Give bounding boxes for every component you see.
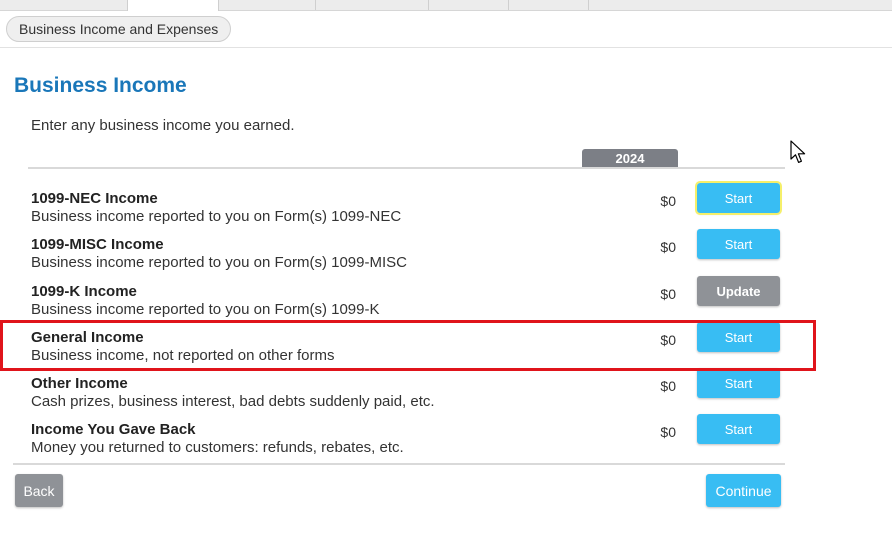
- divider: [13, 463, 785, 465]
- update-1099-k-button[interactable]: Update: [697, 276, 780, 306]
- back-button[interactable]: Back: [15, 474, 63, 507]
- tab-3[interactable]: [316, 0, 429, 10]
- mouse-pointer-icon: [790, 140, 806, 163]
- start-1099-nec-button[interactable]: Start: [695, 181, 782, 215]
- start-other-income-button[interactable]: Start: [697, 368, 780, 398]
- divider: [0, 47, 892, 48]
- row-description: Business income reported to you on Form(…: [31, 301, 380, 318]
- tab-5[interactable]: [509, 0, 589, 10]
- row-label: General Income: [31, 329, 144, 346]
- row-label: 1099-NEC Income: [31, 190, 158, 207]
- row-description: Business income reported to you on Form(…: [31, 208, 402, 225]
- row-amount: $0: [660, 193, 676, 209]
- row-amount: $0: [660, 424, 676, 440]
- row-amount: $0: [660, 332, 676, 348]
- divider: [28, 167, 785, 169]
- year-column-header: 2024: [582, 149, 678, 167]
- breadcrumb[interactable]: Business Income and Expenses: [6, 16, 232, 42]
- tab-strip: [0, 0, 892, 11]
- start-general-income-button[interactable]: Start: [697, 322, 780, 352]
- tab-active[interactable]: [127, 0, 219, 11]
- row-label: 1099-K Income: [31, 283, 137, 300]
- row-description: Business income reported to you on Form(…: [31, 254, 407, 271]
- row-amount: $0: [660, 378, 676, 394]
- income-row-gave-back: Income You Gave Back Money you returned …: [0, 414, 892, 467]
- row-amount: $0: [660, 286, 676, 302]
- row-label: Other Income: [31, 375, 128, 392]
- page-title: Business Income: [14, 74, 187, 97]
- row-amount: $0: [660, 239, 676, 255]
- row-label: 1099-MISC Income: [31, 236, 164, 253]
- row-description: Business income, not reported on other f…: [31, 347, 335, 364]
- row-description: Money you returned to customers: refunds…: [31, 439, 404, 456]
- intro-text: Enter any business income you earned.: [31, 117, 295, 134]
- start-income-gave-back-button[interactable]: Start: [697, 414, 780, 444]
- row-label: Income You Gave Back: [31, 421, 196, 438]
- continue-button[interactable]: Continue: [706, 474, 781, 507]
- tab-4[interactable]: [429, 0, 509, 10]
- row-description: Cash prizes, business interest, bad debt…: [31, 393, 435, 410]
- start-1099-misc-button[interactable]: Start: [697, 229, 780, 259]
- tab-2[interactable]: [218, 0, 316, 10]
